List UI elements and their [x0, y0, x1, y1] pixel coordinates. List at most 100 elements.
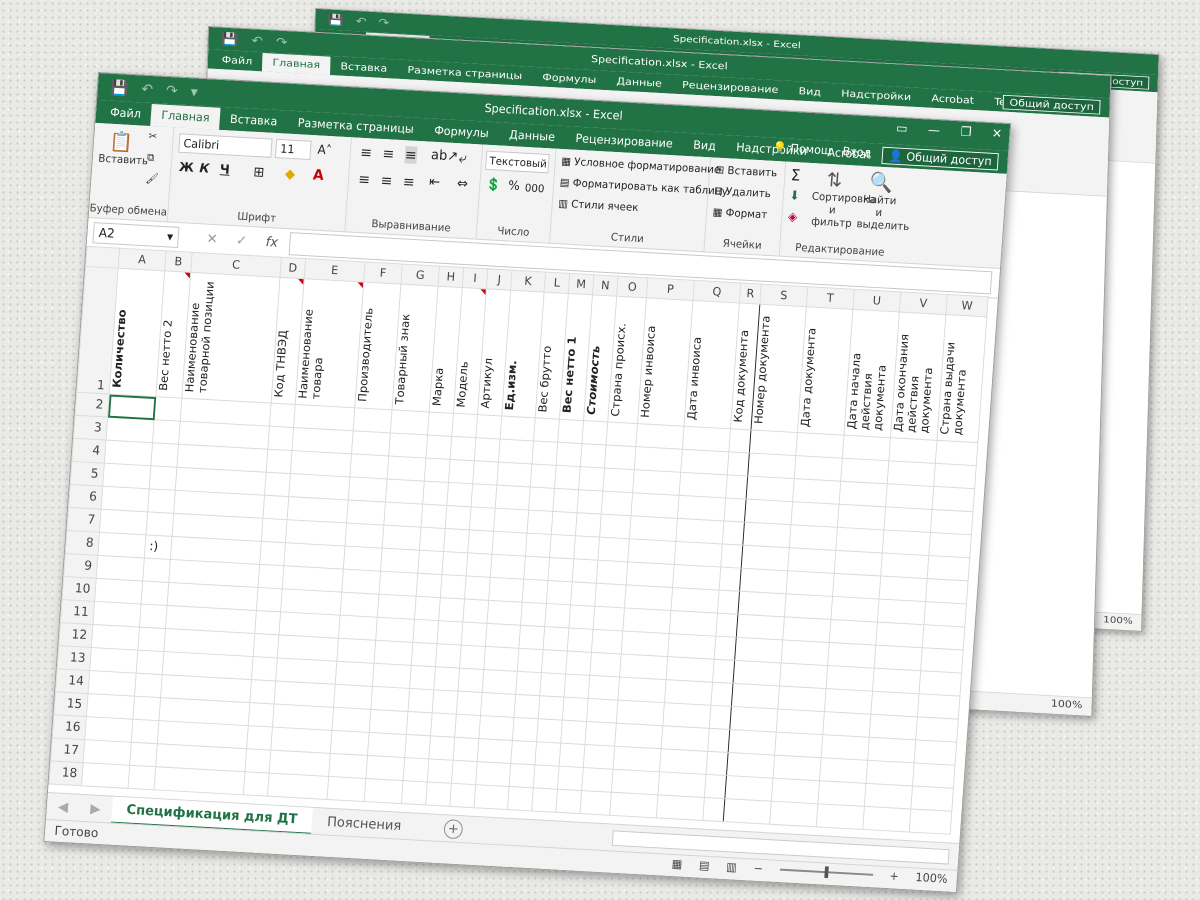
cell[interactable]	[422, 481, 449, 506]
cell[interactable]	[664, 679, 713, 706]
cell[interactable]	[517, 648, 544, 673]
cell[interactable]	[541, 649, 568, 675]
cell[interactable]	[493, 508, 529, 534]
cell[interactable]	[915, 716, 959, 743]
cell[interactable]	[930, 509, 973, 535]
cell[interactable]	[81, 762, 130, 789]
cell[interactable]	[145, 511, 174, 537]
cell[interactable]	[674, 541, 723, 568]
cell[interactable]	[374, 640, 413, 666]
italic-button[interactable]: К	[199, 162, 210, 177]
cell[interactable]	[667, 633, 716, 660]
cell[interactable]	[578, 466, 605, 492]
cell[interactable]	[473, 784, 510, 810]
cell[interactable]	[475, 414, 502, 440]
cell[interactable]	[584, 721, 617, 747]
cell[interactable]	[556, 442, 582, 467]
find-select-button[interactable]: 🔍 Найти и выделить	[856, 170, 910, 233]
cell[interactable]	[772, 755, 822, 781]
borders-icon[interactable]: ⊞	[253, 165, 265, 181]
cell[interactable]	[518, 625, 545, 650]
col-header[interactable]: S	[759, 284, 808, 307]
cell[interactable]	[619, 653, 668, 680]
cell[interactable]	[914, 739, 957, 766]
currency-icon[interactable]: 💲	[485, 178, 501, 193]
header-cell[interactable]: Наименование товара	[295, 278, 364, 408]
cell[interactable]	[474, 437, 501, 463]
cell[interactable]	[935, 440, 978, 466]
cell[interactable]	[433, 666, 460, 692]
cell[interactable]	[483, 646, 519, 672]
cell[interactable]	[662, 702, 711, 729]
cell[interactable]	[280, 588, 342, 616]
col-header[interactable]: J	[486, 268, 513, 291]
cell[interactable]	[99, 509, 148, 535]
cell[interactable]	[672, 564, 721, 591]
cell[interactable]	[715, 613, 738, 638]
cell[interactable]	[829, 619, 878, 646]
cell[interactable]	[609, 792, 658, 818]
cell[interactable]	[629, 515, 678, 542]
cell[interactable]	[412, 619, 439, 644]
cell[interactable]	[330, 730, 370, 756]
cell[interactable]	[348, 476, 388, 503]
copy-icon[interactable]: ⧉	[147, 151, 155, 165]
cell[interactable]	[333, 684, 373, 710]
clear-icon[interactable]: ◈	[787, 210, 797, 225]
bold-button[interactable]: Ж	[178, 160, 194, 175]
cell[interactable]	[551, 511, 578, 536]
cell[interactable]	[719, 567, 742, 592]
cell[interactable]	[675, 518, 724, 544]
cell[interactable]	[842, 435, 891, 461]
cell[interactable]	[604, 444, 636, 470]
cell[interactable]	[567, 627, 594, 653]
cell[interactable]	[94, 578, 143, 605]
cell[interactable]	[593, 606, 625, 631]
align-top-icon[interactable]: ≡	[360, 144, 373, 162]
cell[interactable]	[258, 564, 284, 589]
cell[interactable]	[932, 486, 975, 512]
cell[interactable]	[554, 465, 581, 490]
cell[interactable]	[365, 755, 405, 781]
cell[interactable]	[724, 775, 773, 802]
cell[interactable]	[591, 629, 623, 654]
cell[interactable]	[293, 404, 355, 431]
cell[interactable]	[885, 483, 934, 510]
col-header[interactable]: V	[899, 291, 948, 315]
cell[interactable]	[656, 794, 705, 821]
cell[interactable]	[104, 440, 153, 466]
cell[interactable]	[513, 694, 540, 719]
cell[interactable]	[794, 455, 843, 482]
cell[interactable]	[709, 705, 732, 730]
cell[interactable]	[527, 510, 553, 535]
cell[interactable]	[707, 728, 730, 753]
cell[interactable]	[729, 706, 778, 733]
col-header[interactable]: L	[544, 271, 570, 294]
wrap-text-icon[interactable]: ⤶	[458, 149, 467, 167]
cell[interactable]	[835, 527, 884, 553]
cell[interactable]	[562, 697, 589, 722]
cell[interactable]	[430, 712, 457, 738]
cell[interactable]	[278, 611, 341, 639]
cell[interactable]	[471, 483, 497, 509]
cell[interactable]	[509, 763, 535, 788]
cell[interactable]	[472, 460, 499, 486]
cell[interactable]	[147, 488, 176, 514]
cell[interactable]	[722, 520, 745, 546]
cell[interactable]	[575, 512, 602, 538]
cell[interactable]	[272, 703, 334, 731]
cell[interactable]	[543, 626, 569, 651]
row-header[interactable]: 11	[60, 599, 95, 625]
cell[interactable]	[583, 744, 615, 770]
cell[interactable]	[840, 458, 889, 484]
cell[interactable]	[875, 622, 924, 648]
cell[interactable]	[451, 413, 478, 438]
select-all-corner[interactable]	[85, 246, 120, 269]
autosum-icon[interactable]: Σ	[790, 166, 801, 185]
next-sheet-icon[interactable]: ▶	[90, 801, 101, 817]
cell[interactable]	[416, 573, 442, 598]
cell[interactable]	[568, 604, 595, 630]
cell[interactable]	[747, 452, 796, 479]
cell[interactable]	[131, 719, 159, 744]
cell[interactable]	[424, 458, 451, 483]
